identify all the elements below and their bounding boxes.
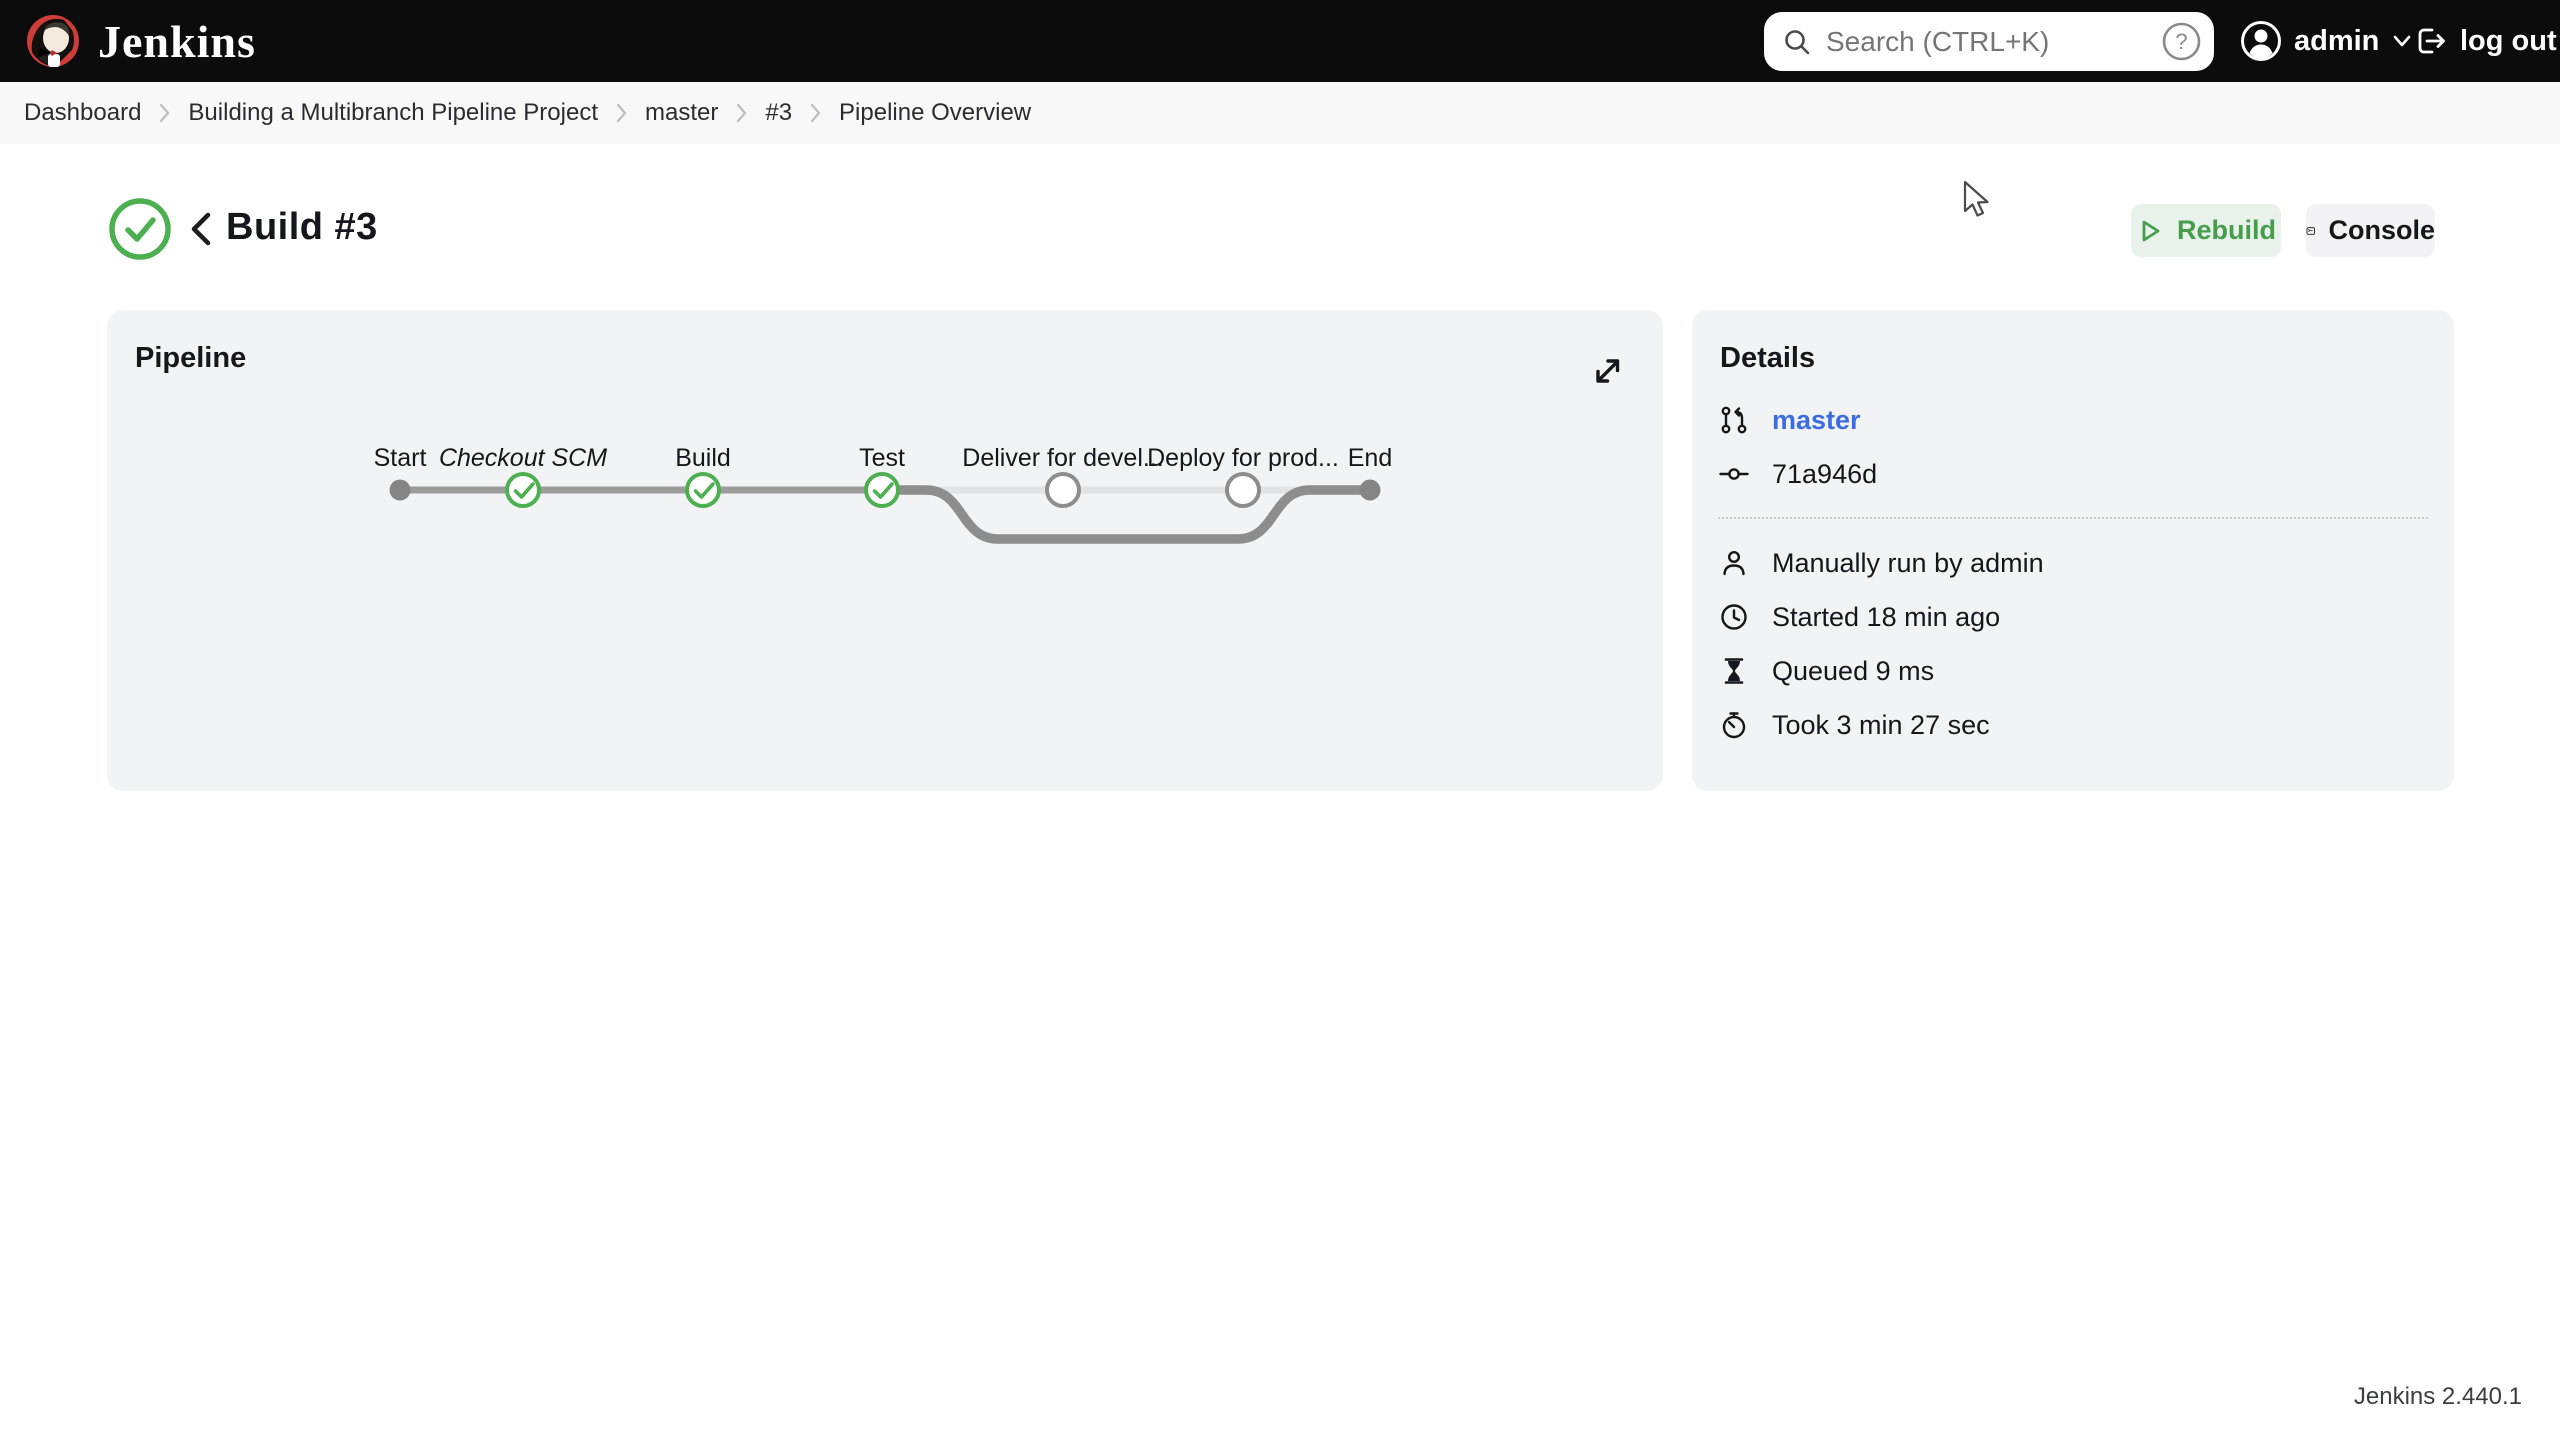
details-card: Details master 71a946d Manually run by a… [1692,310,2454,791]
breadcrumb-dashboard[interactable]: Dashboard [24,99,141,127]
took-row: Took 3 min 27 sec [1718,708,2428,742]
rebuild-label: Rebuild [2177,215,2276,245]
logout-label: log out [2460,24,2557,57]
stage-node-end [1359,479,1381,501]
brand-wordmark: Jenkins [98,15,256,67]
help-icon[interactable]: ? [2161,21,2202,62]
console-label: Console [2328,215,2435,245]
breadcrumb-chevron-icon [809,102,822,124]
pipeline-bypass-edge [877,485,1375,544]
run-cause-text: Manually run by admin [1772,547,2044,578]
breadcrumb-build-number[interactable]: #3 [765,99,792,127]
build-success-icon [109,198,171,260]
log-out-icon [2418,28,2445,54]
play-icon [2142,220,2160,241]
pipeline-card-title: Pipeline [135,342,247,374]
stage-label-end: End [1348,444,1392,472]
search-input[interactable] [1826,25,2154,58]
user-name: admin [2294,24,2380,57]
back-button[interactable] [184,210,218,248]
breadcrumb-pipeline-overview[interactable]: Pipeline Overview [839,99,1031,127]
stage-node-test[interactable] [864,472,900,508]
stage-label-start: Start [374,444,427,472]
commit-hash: 71a946d [1772,458,1878,489]
started-text: Started 18 min ago [1772,601,2001,632]
stage-node-checkout-scm[interactable] [505,472,541,508]
pipeline-graph: Start Checkout SCM Build Test Deliver fo… [374,444,1392,544]
search-box[interactable]: ? [1764,12,2214,71]
chevron-down-icon [2394,35,2411,47]
breadcrumb-branch[interactable]: master [645,99,718,127]
breadcrumb-chevron-icon [735,102,748,124]
clock-icon [1718,601,1750,633]
commit-row: 71a946d [1718,457,2428,491]
hourglass-icon [1718,655,1750,687]
stage-node-deploy[interactable] [1225,472,1261,508]
search-icon [1785,29,1810,54]
stage-label-checkout: Checkout SCM [439,444,607,472]
console-button[interactable]: Console [2306,204,2435,257]
queued-row: Queued 9 ms [1718,654,2428,688]
run-cause-row: Manually run by admin [1718,546,2428,580]
breadcrumb-project[interactable]: Building a Multibranch Pipeline Project [188,99,598,127]
details-card-title: Details [1720,342,1816,374]
stage-label-build: Build [675,444,731,472]
logout-button[interactable]: log out [2414,0,2557,82]
pipeline-card: Pipeline Start Checkout SCM Build Test D… [107,310,1663,791]
breadcrumb-chevron-icon [158,102,171,124]
started-row: Started 18 min ago [1718,600,2428,634]
user-icon [1718,547,1750,579]
page-title: Build #3 [226,206,378,248]
stage-node-deliver[interactable] [1045,472,1081,508]
stage-label-test: Test [859,444,905,472]
terminal-icon [2306,226,2315,235]
expand-icon[interactable] [1587,350,1629,392]
queued-text: Queued 9 ms [1772,655,1935,686]
branch-link[interactable]: master [1772,405,1861,436]
rebuild-button[interactable]: Rebuild [2131,204,2281,257]
jenkins-home-link[interactable]: Jenkins [26,14,256,68]
stopwatch-icon [1718,709,1750,741]
details-divider [1718,517,2428,519]
breadcrumb-chevron-icon [615,102,628,124]
stage-label-deploy: Deploy for prod... [1147,444,1339,472]
git-branch-icon [1718,404,1750,436]
took-text: Took 3 min 27 sec [1772,709,1990,740]
jenkins-version[interactable]: Jenkins 2.440.1 [2354,1383,2522,1411]
svg-text:?: ? [2175,29,2187,54]
stage-node-start [389,479,411,501]
stage-node-build[interactable] [685,472,721,508]
branch-row: master [1718,403,2428,437]
mouse-cursor [1963,180,1989,217]
stage-label-deliver: Deliver for devel... [962,444,1163,472]
user-avatar-icon [2241,21,2281,61]
breadcrumb: Dashboard Building a Multibranch Pipelin… [0,82,2560,144]
jenkins-butler-icon [27,15,79,67]
commit-icon [1718,458,1750,490]
user-menu[interactable]: admin [2240,0,2413,82]
top-navbar: Jenkins ? admin log out [0,0,2560,82]
